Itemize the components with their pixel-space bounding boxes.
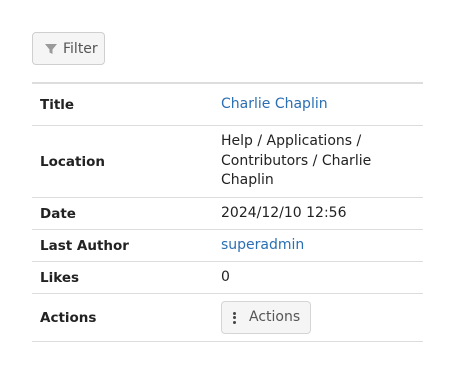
likes-value: 0 <box>221 268 230 285</box>
table-row-title: Title Charlie Chaplin <box>32 84 423 126</box>
filter-icon <box>44 42 58 56</box>
actions-button-label: Actions <box>249 308 301 325</box>
location-line: Help / Applications / <box>221 133 362 150</box>
location-line: Contributors / Charlie <box>221 152 372 169</box>
last-author-key: Last Author <box>40 237 129 254</box>
table-row-actions: Actions Actions <box>32 294 423 342</box>
table-row-last-author: Last Author superadmin <box>32 230 423 262</box>
location-line: Chaplin <box>221 172 274 189</box>
actions-key: Actions <box>40 309 97 326</box>
filter-button[interactable]: Filter <box>32 32 105 65</box>
title-link[interactable]: Charlie Chaplin <box>221 84 423 125</box>
last-author-link[interactable]: superadmin <box>221 230 423 261</box>
likes-key: Likes <box>40 269 80 286</box>
table-row-location: Location Help / Applications / Contribut… <box>32 126 423 198</box>
filter-label: Filter <box>63 40 98 57</box>
location-key: Location <box>40 153 105 170</box>
table-row-date: Date 2024/12/10 12:56 <box>32 198 423 230</box>
date-value: 2024/12/10 12:56 <box>221 204 347 221</box>
actions-button[interactable]: Actions <box>221 301 311 334</box>
details-table: Title Charlie Chaplin Location Help / Ap… <box>32 82 423 342</box>
location-value: Help / Applications / Contributors / Cha… <box>221 126 423 197</box>
title-key: Title <box>40 96 75 113</box>
table-row-likes: Likes 0 <box>32 262 423 294</box>
more-vertical-icon <box>233 311 236 324</box>
date-key: Date <box>40 205 76 222</box>
actions-cell: Actions <box>221 294 423 341</box>
